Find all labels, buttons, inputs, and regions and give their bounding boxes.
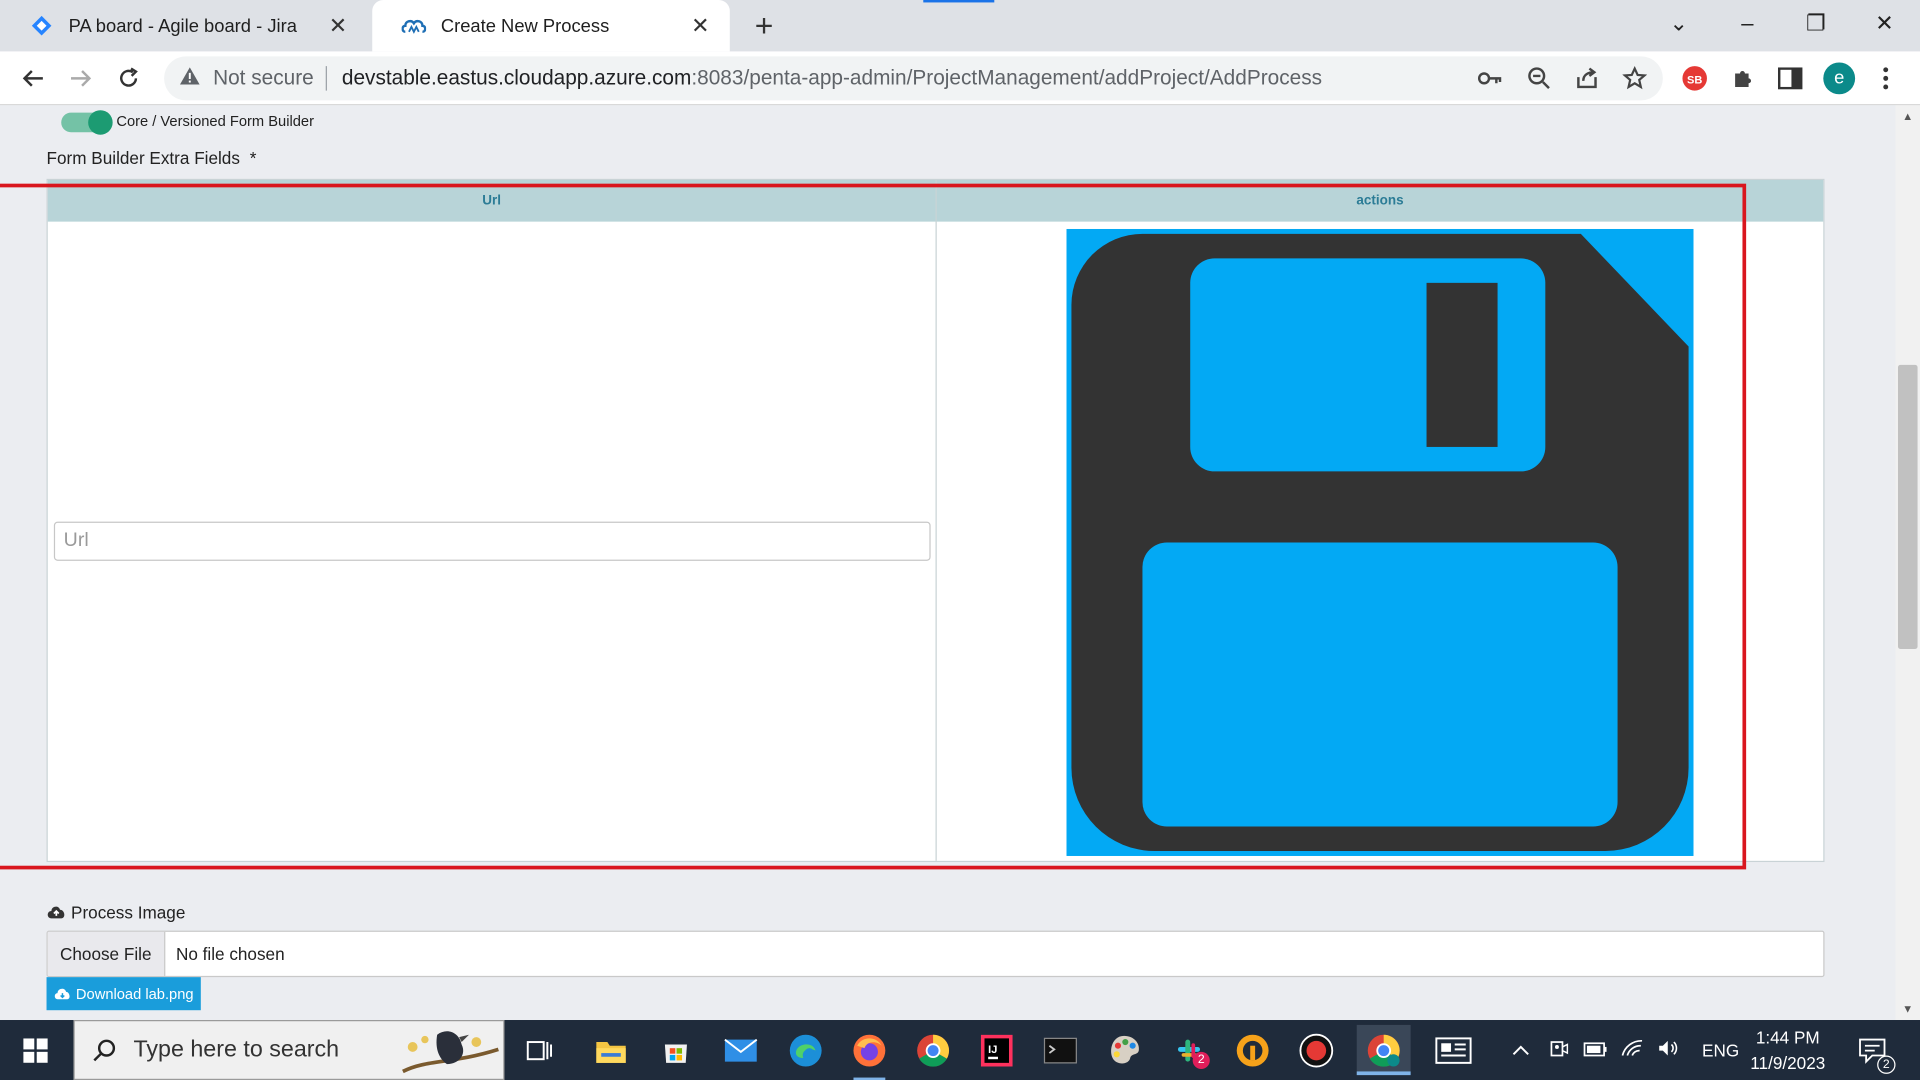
show-hidden-icons-icon[interactable]	[1509, 1040, 1533, 1060]
share-icon[interactable]	[1572, 64, 1601, 93]
url-input[interactable]	[53, 521, 931, 561]
close-window-button[interactable]: ✕	[1850, 0, 1919, 47]
column-header-actions[interactable]: actions	[937, 180, 1824, 222]
warning-icon	[179, 66, 206, 92]
notifications-icon[interactable]: 2	[1851, 1030, 1896, 1074]
side-panel-icon[interactable]	[1776, 64, 1805, 93]
core-versioned-toggle[interactable]	[61, 110, 113, 135]
vpn-icon[interactable]	[1232, 1030, 1274, 1072]
tab-title: PA board - Agile board - Jira	[68, 15, 297, 37]
extensions-puzzle-icon[interactable]	[1728, 64, 1757, 93]
tab-jira[interactable]: PA board - Agile board - Jira ✕	[0, 0, 367, 51]
column-header-url[interactable]: Url	[48, 180, 936, 222]
scroll-up-icon[interactable]: ▲	[1900, 110, 1915, 122]
taskbar-search-box[interactable]: Type here to search	[73, 1020, 505, 1080]
clock[interactable]: 1:44 PM 11/9/2023	[1736, 1025, 1839, 1076]
language-indicator[interactable]: ENG	[1702, 1040, 1739, 1060]
restore-button[interactable]: ❐	[1782, 0, 1851, 47]
reload-icon[interactable]	[111, 61, 145, 95]
search-highlight-bird-icon	[402, 1031, 499, 1074]
extra-fields-grid: Url actions	[46, 178, 1825, 863]
paint-icon[interactable]	[1103, 1030, 1145, 1072]
section-label: Form Builder Extra Fields *	[47, 148, 257, 168]
slack-badge: 2	[1192, 1051, 1210, 1069]
extension-red-icon[interactable]: SB	[1680, 64, 1709, 93]
required-mark: *	[249, 148, 257, 168]
column-divider	[935, 180, 937, 861]
choose-file-button[interactable]: Choose File	[47, 931, 165, 976]
no-file-text: No file chosen	[175, 944, 285, 964]
screen: PA board - Agile board - Jira ✕ Create N…	[0, 0, 1920, 1080]
toggle-label: Core / Versioned Form Builder	[116, 112, 314, 130]
profile-avatar[interactable]: e	[1823, 62, 1856, 95]
new-tab-button[interactable]: +	[747, 7, 781, 44]
browser-toolbar: Not secure devstable.eastus.cloudapp.azu…	[0, 51, 1920, 106]
scrollbar-thumb[interactable]	[1897, 364, 1918, 649]
intellij-icon[interactable]: IJ	[976, 1030, 1018, 1072]
wifi-icon[interactable]	[1614, 1039, 1651, 1061]
app-cloud-icon	[401, 13, 427, 37]
floppy-disk-save-icon	[1066, 228, 1694, 856]
volume-icon[interactable]	[1651, 1040, 1688, 1061]
forward-icon[interactable]	[64, 61, 98, 95]
system-tray: ENG	[1509, 1020, 1739, 1080]
page-content: Core / Versioned Form Builder Form Build…	[0, 105, 1896, 1021]
search-icon	[93, 1038, 116, 1061]
page-scrollbar[interactable]: ▲ ▼	[1895, 105, 1920, 1021]
firefox-icon[interactable]	[849, 1030, 891, 1080]
close-tab-icon[interactable]: ✕	[326, 13, 350, 39]
scroll-down-icon[interactable]: ▼	[1900, 1003, 1915, 1015]
url-host: devstable.eastus.cloudapp.azure.com	[341, 66, 692, 90]
battery-icon[interactable]	[1577, 1040, 1614, 1060]
microsoft-store-icon[interactable]	[655, 1030, 697, 1072]
edge-browser-icon[interactable]	[785, 1030, 827, 1072]
chrome-icon[interactable]	[912, 1030, 954, 1072]
tab-drag-indicator	[923, 0, 995, 3]
search-placeholder: Type here to search	[133, 1036, 340, 1063]
record-icon[interactable]	[1296, 1030, 1338, 1072]
security-label: Not secure	[213, 66, 314, 90]
tab-title: Create New Process	[440, 15, 610, 37]
close-tab-icon[interactable]: ✕	[688, 13, 712, 39]
key-icon[interactable]	[1476, 64, 1505, 93]
browser-tab-strip: PA board - Agile board - Jira ✕ Create N…	[0, 0, 1920, 52]
process-image-text: Process Image	[71, 902, 186, 923]
windows-taskbar: Type here to search IJ 2 ENG 1:44 PM 11/…	[0, 1020, 1920, 1080]
meet-now-icon[interactable]	[1540, 1038, 1577, 1061]
url-path: :8083/penta-app-admin/ProjectManagement/…	[691, 66, 1323, 90]
toggle-knob	[88, 110, 113, 135]
file-input[interactable]: Choose File No file chosen	[46, 930, 1825, 978]
minimize-button[interactable]: –	[1713, 0, 1782, 47]
zoom-out-icon[interactable]	[1525, 64, 1554, 93]
notification-count: 2	[1877, 1055, 1896, 1074]
kebab-menu-icon[interactable]	[1871, 64, 1900, 93]
svg-text:SB: SB	[1687, 74, 1702, 86]
tab-create-new-process[interactable]: Create New Process ✕	[372, 0, 730, 52]
download-button[interactable]: Download lab.png	[46, 977, 201, 1011]
bookmark-star-icon[interactable]	[1620, 64, 1649, 93]
section-title: Form Builder Extra Fields	[46, 148, 240, 168]
clock-time: 1:44 PM	[1755, 1027, 1820, 1047]
task-view-icon[interactable]	[519, 1030, 561, 1072]
download-label: Download lab.png	[75, 985, 194, 1003]
chrome-active-icon[interactable]	[1356, 1024, 1411, 1076]
svg-text:IJ: IJ	[988, 1044, 997, 1056]
process-image-label: Process Image	[47, 902, 186, 923]
save-button[interactable]	[1066, 228, 1694, 856]
tab-search-icon[interactable]: ⌄	[1645, 0, 1714, 47]
separator	[325, 66, 328, 91]
slack-icon[interactable]: 2	[1168, 1030, 1210, 1072]
file-explorer-icon[interactable]	[590, 1030, 632, 1072]
address-bar[interactable]: Not secure devstable.eastus.cloudapp.azu…	[164, 56, 1663, 101]
news-widget-icon[interactable]	[1433, 1030, 1475, 1072]
active-indicator	[1356, 1071, 1411, 1076]
cloud-upload-icon	[47, 906, 65, 919]
mail-icon[interactable]	[720, 1030, 762, 1072]
jira-icon	[29, 13, 53, 37]
clock-date: 11/9/2023	[1750, 1053, 1826, 1073]
cloud-download-icon	[54, 988, 70, 999]
back-icon[interactable]	[16, 61, 50, 95]
terminal-icon[interactable]	[1040, 1030, 1082, 1072]
windows-start-icon[interactable]	[15, 1030, 57, 1072]
